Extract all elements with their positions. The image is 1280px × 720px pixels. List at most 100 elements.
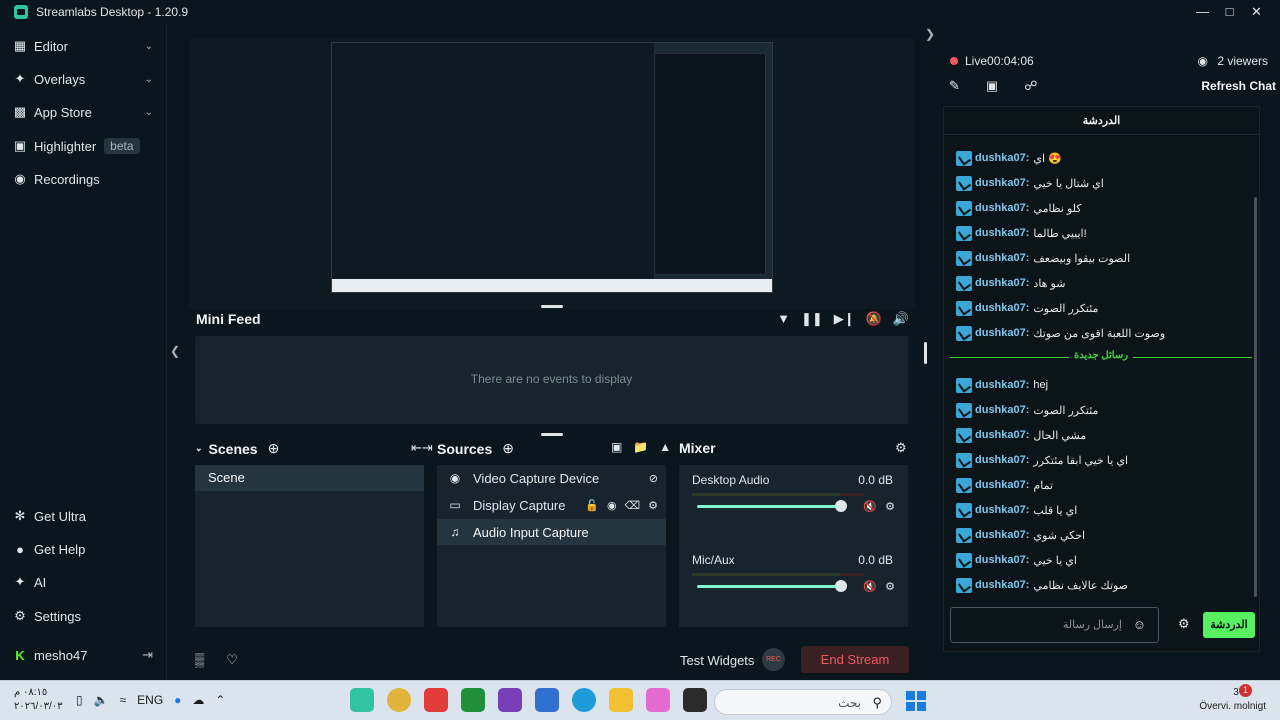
resize-handle[interactable] [541, 433, 563, 436]
end-stream-button[interactable]: End Stream [801, 646, 909, 673]
edge-app-icon[interactable] [572, 688, 596, 712]
sidebar-item-ai[interactable]: ✦ AI [0, 567, 167, 597]
record-button[interactable]: REC [762, 648, 785, 671]
chat-user[interactable]: dushka07: [975, 529, 1029, 541]
dashboard-icon[interactable]: ▣ [986, 78, 998, 94]
chat-user[interactable]: dushka07: [975, 404, 1029, 416]
chat-user[interactable]: dushka07: [975, 152, 1029, 164]
chat-user[interactable]: dushka07: [975, 554, 1029, 566]
bell-icon[interactable]: ♡ [226, 652, 238, 668]
chat-settings-icon[interactable]: ⚙ [1178, 616, 1190, 632]
sidebar-item-get-ultra[interactable]: ✻ Get Ultra [0, 501, 167, 531]
mute-icon[interactable]: 🔇 [863, 580, 877, 593]
refresh-chat-button[interactable]: Refresh Chat [1201, 79, 1276, 93]
streamlabs-app-icon[interactable] [350, 688, 374, 712]
sidebar-item-highlighter[interactable]: ▣ Highlighter beta [0, 131, 167, 161]
chat-input[interactable]: إرسال رسالة ☺ [950, 607, 1159, 643]
chevron-down-icon[interactable]: ⌄ [195, 443, 203, 454]
stats-icon[interactable]: ▒ [195, 652, 204, 668]
chat-user[interactable]: dushka07: [975, 302, 1029, 314]
mixer-settings-icon[interactable]: ⚙ [895, 440, 907, 456]
source-group-icon[interactable]: ▣ [611, 440, 622, 454]
folder-icon[interactable]: 📁 [633, 440, 648, 454]
chevron-right-icon[interactable]: ❯ [925, 27, 935, 41]
chevron-up-icon[interactable]: ⌃ [215, 693, 225, 707]
volume-slider-knob[interactable] [835, 500, 847, 512]
app-icon[interactable] [683, 688, 707, 712]
volume-slider[interactable] [697, 585, 843, 588]
xbox-app-icon[interactable] [461, 688, 485, 712]
mute-icon[interactable]: 🔇 [863, 500, 877, 513]
chat-scrollbar[interactable] [1254, 197, 1257, 597]
sidebar-item-editor[interactable]: ▦ Editor ⌄ [0, 31, 167, 61]
anydesk-app-icon[interactable] [424, 688, 448, 712]
add-source-icon[interactable]: ⊕ [502, 440, 514, 457]
cloud-icon[interactable]: ☁ [192, 693, 204, 707]
weather-widget[interactable]: 3°C Övervi. molnigt [1199, 686, 1266, 714]
edit-stream-icon[interactable]: ✎ [949, 78, 960, 94]
chat-user[interactable]: dushka07: [975, 454, 1029, 466]
volume-slider-knob[interactable] [835, 580, 847, 592]
language-indicator[interactable]: ENG [137, 693, 163, 707]
stream-preview[interactable] [189, 38, 915, 320]
mute-alerts-icon[interactable]: 🔕 [866, 311, 882, 327]
image-icon[interactable]: ▲ [659, 440, 671, 454]
eye-icon[interactable]: ◉ [607, 499, 617, 512]
chevron-left-icon[interactable]: ❮ [170, 344, 180, 358]
source-item[interactable]: ▭ Display Capture 🔓 ◉ ⌫ ⚙ [437, 492, 666, 518]
clock[interactable]: ٠٨:١٥ م ٢٠٢٦/٠٣/٠٣ [14, 686, 63, 714]
gear-icon[interactable]: ⚙ [648, 499, 658, 512]
chat-user[interactable]: dushka07: [975, 479, 1029, 491]
minimize-icon[interactable]: — [1189, 2, 1216, 22]
add-scene-icon[interactable]: ⊕ [268, 440, 280, 457]
logout-icon[interactable]: ⇥ [142, 647, 153, 663]
chat-user[interactable]: dushka07: [975, 177, 1029, 189]
gear-icon[interactable]: ⚙ [885, 500, 895, 513]
copilot-app-icon[interactable] [646, 688, 670, 712]
source-item[interactable]: ◉ Video Capture Device ⊘ [437, 465, 666, 491]
close-icon[interactable]: ✕ [1243, 2, 1270, 22]
skip-icon[interactable]: ▶❙ [834, 311, 855, 327]
chat-user[interactable]: dushka07: [975, 327, 1029, 339]
chat-user[interactable]: dushka07: [975, 379, 1029, 391]
chat-send-button[interactable]: الدردشة [1203, 612, 1255, 638]
gear-icon[interactable]: ⚙ [885, 580, 895, 593]
chat-user[interactable]: dushka07: [975, 429, 1029, 441]
source-item-selected[interactable]: ♫ Audio Input Capture [437, 519, 666, 545]
resize-handle[interactable] [541, 305, 563, 308]
sidebar-item-settings[interactable]: ⚙ Settings [0, 601, 167, 631]
trash-icon[interactable]: ⌫ [625, 499, 641, 512]
scene-item[interactable]: Scene [195, 465, 424, 491]
test-widgets-button[interactable]: Test Widgets [680, 653, 754, 668]
windows-start-icon[interactable] [906, 691, 926, 711]
volume-icon[interactable]: 🔊 [893, 311, 909, 327]
wifi-icon[interactable]: ≈ [120, 693, 127, 707]
speaker-icon[interactable]: 🔈 [94, 693, 109, 707]
chat-resize-handle[interactable] [924, 342, 927, 364]
maximize-icon[interactable]: □ [1216, 2, 1243, 22]
volume-slider[interactable] [697, 505, 843, 508]
sidebar-item-recordings[interactable]: ◉ Recordings [0, 164, 167, 194]
chat-user[interactable]: dushka07: [975, 504, 1029, 516]
file-explorer-app-icon[interactable] [609, 688, 633, 712]
emoji-icon[interactable]: ☺ [1133, 617, 1146, 632]
chat-user[interactable]: dushka07: [975, 252, 1029, 264]
chat-user[interactable]: dushka07: [975, 579, 1029, 591]
filter-icon[interactable]: ▼ [777, 311, 790, 327]
hidden-icon[interactable]: ⊘ [649, 472, 658, 485]
scene-transitions-icon[interactable]: ⇤⇥ [411, 440, 433, 456]
share-icon[interactable]: ☍ [1024, 78, 1037, 94]
lock-icon[interactable]: 🔓 [585, 499, 599, 512]
chat-user[interactable]: dushka07: [975, 227, 1029, 239]
sidebar-item-overlays[interactable]: ✦ Overlays ⌄ [0, 64, 167, 94]
pause-icon[interactable]: ❚❚ [801, 311, 823, 327]
battery-icon[interactable]: ▯ [76, 693, 83, 707]
chrome-app-icon[interactable] [387, 688, 411, 712]
chat-user[interactable]: dushka07: [975, 202, 1029, 214]
app-icon[interactable] [498, 688, 522, 712]
user-profile[interactable]: K mesho47 ⇥ [0, 640, 167, 670]
store-app-icon[interactable] [535, 688, 559, 712]
sidebar-item-get-help[interactable]: ● Get Help [0, 534, 167, 564]
microphone-icon[interactable]: ● [174, 693, 181, 707]
chat-user[interactable]: dushka07: [975, 277, 1029, 289]
